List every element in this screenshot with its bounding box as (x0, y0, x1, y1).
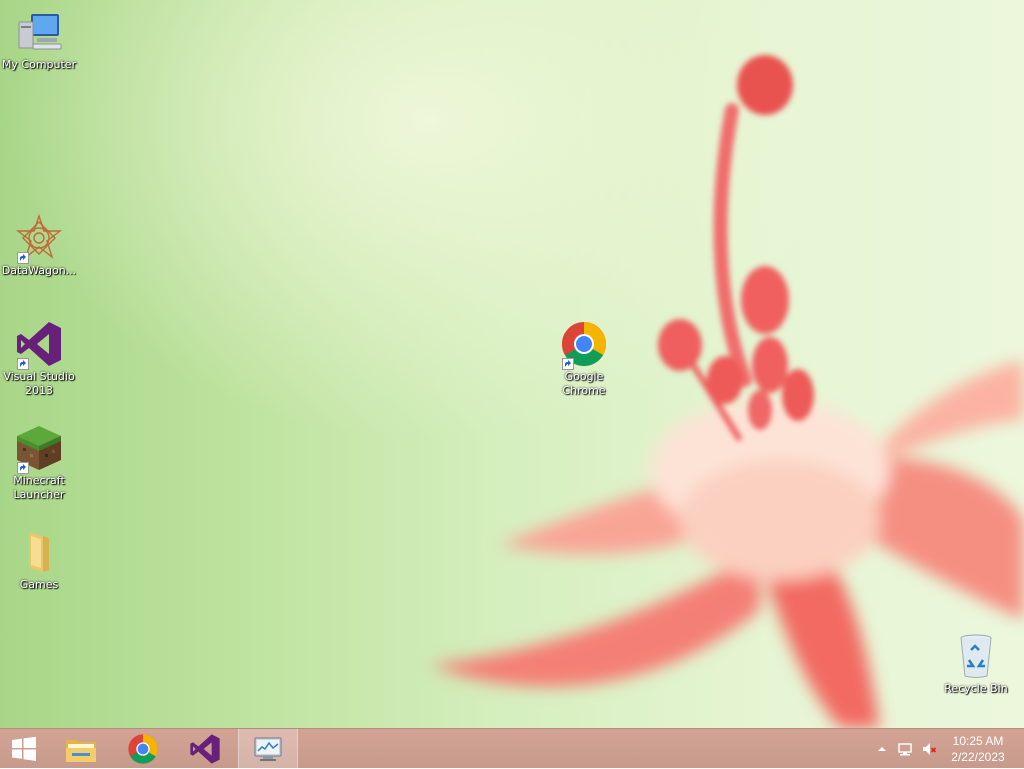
chrome-icon (128, 734, 158, 764)
desktop-icon-recycle-bin[interactable]: Recycle Bin (938, 632, 1014, 696)
taskbar-file-explorer[interactable] (53, 729, 109, 769)
network-icon[interactable] (897, 741, 913, 757)
shortcut-arrow-icon (562, 358, 574, 370)
datawagon-icon (15, 213, 63, 264)
desktop-icon-label: My Computer (1, 58, 77, 71)
desktop-icon-visual-studio[interactable]: Visual Studio 2013 (1, 320, 77, 398)
desktop-icon-label: Minecraft Launcher (13, 474, 65, 501)
desktop-icon-google-chrome[interactable]: Google Chrome (546, 320, 622, 398)
visual-studio-icon (15, 320, 63, 370)
clock-time: 10:25 AM (952, 734, 1004, 748)
recycle-bin-icon (952, 632, 1000, 680)
desktop-icon-games[interactable]: Games (1, 528, 77, 592)
file-explorer-icon (66, 740, 96, 762)
flower-wallpaper-image (430, 55, 1024, 728)
taskbar-google-chrome[interactable] (115, 729, 171, 769)
taskbar: 10:25 AM 2/22/2023 (0, 728, 1024, 769)
taskbar-clock[interactable]: 10:25 AM 2/22/2023 (948, 733, 1008, 765)
shortcut-arrow-icon (17, 252, 29, 264)
performance-monitor-icon (254, 737, 282, 761)
desktop-icon-label: Visual Studio 2013 (3, 370, 75, 397)
chrome-icon (560, 320, 608, 370)
folder-icon (15, 528, 63, 576)
desktop-icon-label: Google Chrome (562, 370, 606, 397)
visual-studio-icon (190, 734, 220, 764)
desktop-icon-label: Games (19, 578, 59, 591)
desktop-icon-my-computer[interactable]: My Computer (1, 8, 77, 72)
shortcut-arrow-icon (17, 358, 29, 370)
windows-logo-icon (12, 736, 36, 761)
start-button[interactable] (0, 729, 48, 769)
shortcut-arrow-icon (17, 462, 29, 474)
clock-date: 2/22/2023 (951, 750, 1005, 764)
taskbar-performance-monitor[interactable] (238, 729, 298, 769)
minecraft-icon (15, 424, 63, 474)
desktop-background: My Computer DataWagon... Visual Studio 2… (0, 0, 1024, 728)
desktop-icon-label: DataWagon... (1, 264, 77, 277)
desktop-icon-datawagon[interactable]: DataWagon... (1, 213, 77, 278)
desktop-icon-minecraft-launcher[interactable]: Minecraft Launcher (1, 424, 77, 502)
show-hidden-icons-arrow[interactable] (874, 741, 890, 757)
my-computer-icon (15, 8, 63, 56)
desktop-icon-label: Recycle Bin (944, 682, 1008, 695)
taskbar-visual-studio[interactable] (177, 729, 233, 769)
volume-muted-icon[interactable] (921, 741, 937, 757)
